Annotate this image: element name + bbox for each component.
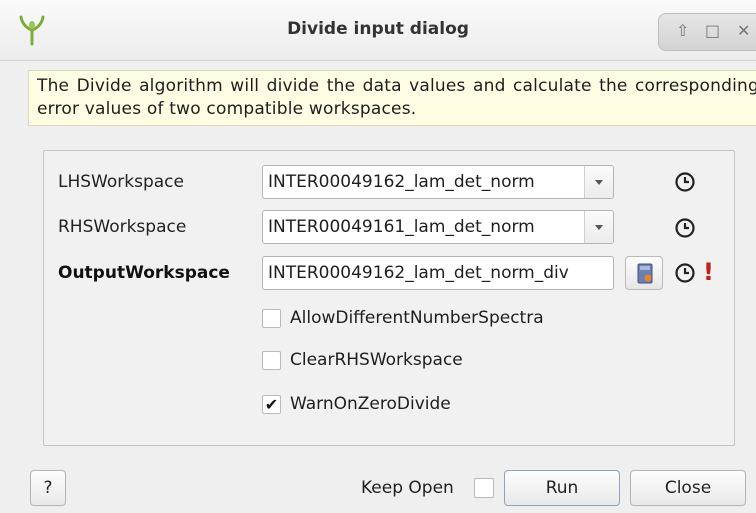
checkbox-box[interactable] — [262, 351, 281, 370]
lhs-dropdown-button[interactable] — [584, 166, 613, 198]
keep-open-checkbox[interactable] — [474, 478, 494, 498]
rhs-workspace-label: RHSWorkspace — [58, 217, 187, 237]
checkbox-box[interactable] — [262, 309, 281, 328]
output-workspace-input[interactable]: INTER00049162_lam_det_norm_div — [262, 256, 614, 290]
rhs-workspace-value: INTER00049161_lam_det_norm — [268, 217, 535, 237]
output-workspace-value: INTER00049162_lam_det_norm_div — [268, 263, 569, 283]
lhs-workspace-value: INTER00049162_lam_det_norm — [268, 172, 535, 192]
keep-open-label: Keep Open — [361, 478, 454, 498]
checkbox-label: AllowDifferentNumberSpectra — [290, 308, 544, 328]
rhs-workspace-combo[interactable]: INTER00049161_lam_det_norm — [262, 210, 614, 244]
history-clock-icon[interactable] — [674, 217, 696, 239]
run-button[interactable]: Run — [504, 470, 620, 506]
lhs-workspace-combo[interactable]: INTER00049162_lam_det_norm — [262, 165, 614, 199]
history-clock-icon[interactable] — [674, 262, 696, 284]
maximize-button[interactable]: □ — [705, 20, 720, 42]
title-bar: Divide input dialog ⇧ □ ✕ — [0, 0, 756, 61]
window-title: Divide input dialog — [287, 19, 469, 39]
invalid-value-marker: ! — [703, 258, 714, 286]
shade-button[interactable]: ⇧ — [676, 20, 689, 42]
browse-workspace-button[interactable] — [625, 256, 663, 290]
dropdown-arrow-icon — [595, 225, 603, 230]
browse-workspace-icon — [637, 263, 653, 284]
dropdown-arrow-icon — [595, 180, 603, 185]
output-workspace-label: OutputWorkspace — [58, 263, 230, 283]
checkmark-icon[interactable]: ✔ — [262, 395, 281, 414]
close-button[interactable]: Close — [630, 470, 746, 506]
algorithm-description: The Divide algorithm will divide the dat… — [28, 70, 756, 126]
checkbox-label: ClearRHSWorkspace — [290, 350, 463, 370]
window-controls: ⇧ □ ✕ — [658, 13, 756, 51]
help-button[interactable]: ? — [30, 470, 66, 506]
history-clock-icon[interactable] — [674, 171, 696, 193]
lhs-workspace-label: LHSWorkspace — [58, 172, 184, 192]
rhs-dropdown-button[interactable] — [584, 211, 613, 243]
close-window-button[interactable]: ✕ — [737, 20, 750, 42]
checkbox-label: WarnOnZeroDivide — [290, 394, 451, 414]
